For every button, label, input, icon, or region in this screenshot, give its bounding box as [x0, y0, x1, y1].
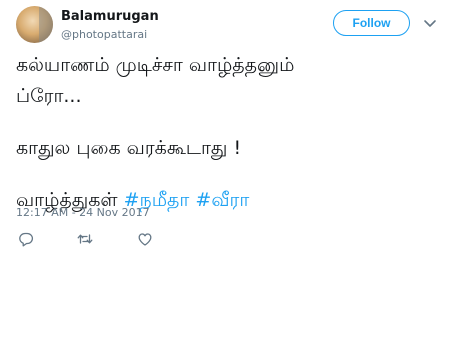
retweet-icon[interactable]: [77, 231, 93, 247]
chevron-down-icon[interactable]: [423, 16, 437, 30]
tweet-line: ப்ரோ...: [16, 85, 82, 107]
user-handle[interactable]: @photopattarai: [61, 28, 147, 41]
avatar[interactable]: [16, 6, 53, 43]
tweet-line: காதுல புகை வரக்கூடாது !: [16, 137, 242, 159]
follow-button[interactable]: Follow: [333, 10, 410, 36]
reply-icon[interactable]: [18, 231, 34, 247]
tweet-text: கல்யாணம் முடிச்சா வாழ்த்தனும் ப்ரோ... கா…: [16, 50, 436, 216]
tweet-timestamp[interactable]: 12:17 AM - 24 Nov 2017: [16, 206, 150, 219]
heart-icon[interactable]: [137, 231, 153, 247]
tweet-line: கல்யாணம் முடிச்சா வாழ்த்தனும்: [16, 54, 295, 76]
hashtag-link[interactable]: #வீரா: [195, 189, 249, 211]
display-name[interactable]: Balamurugan: [61, 9, 159, 24]
